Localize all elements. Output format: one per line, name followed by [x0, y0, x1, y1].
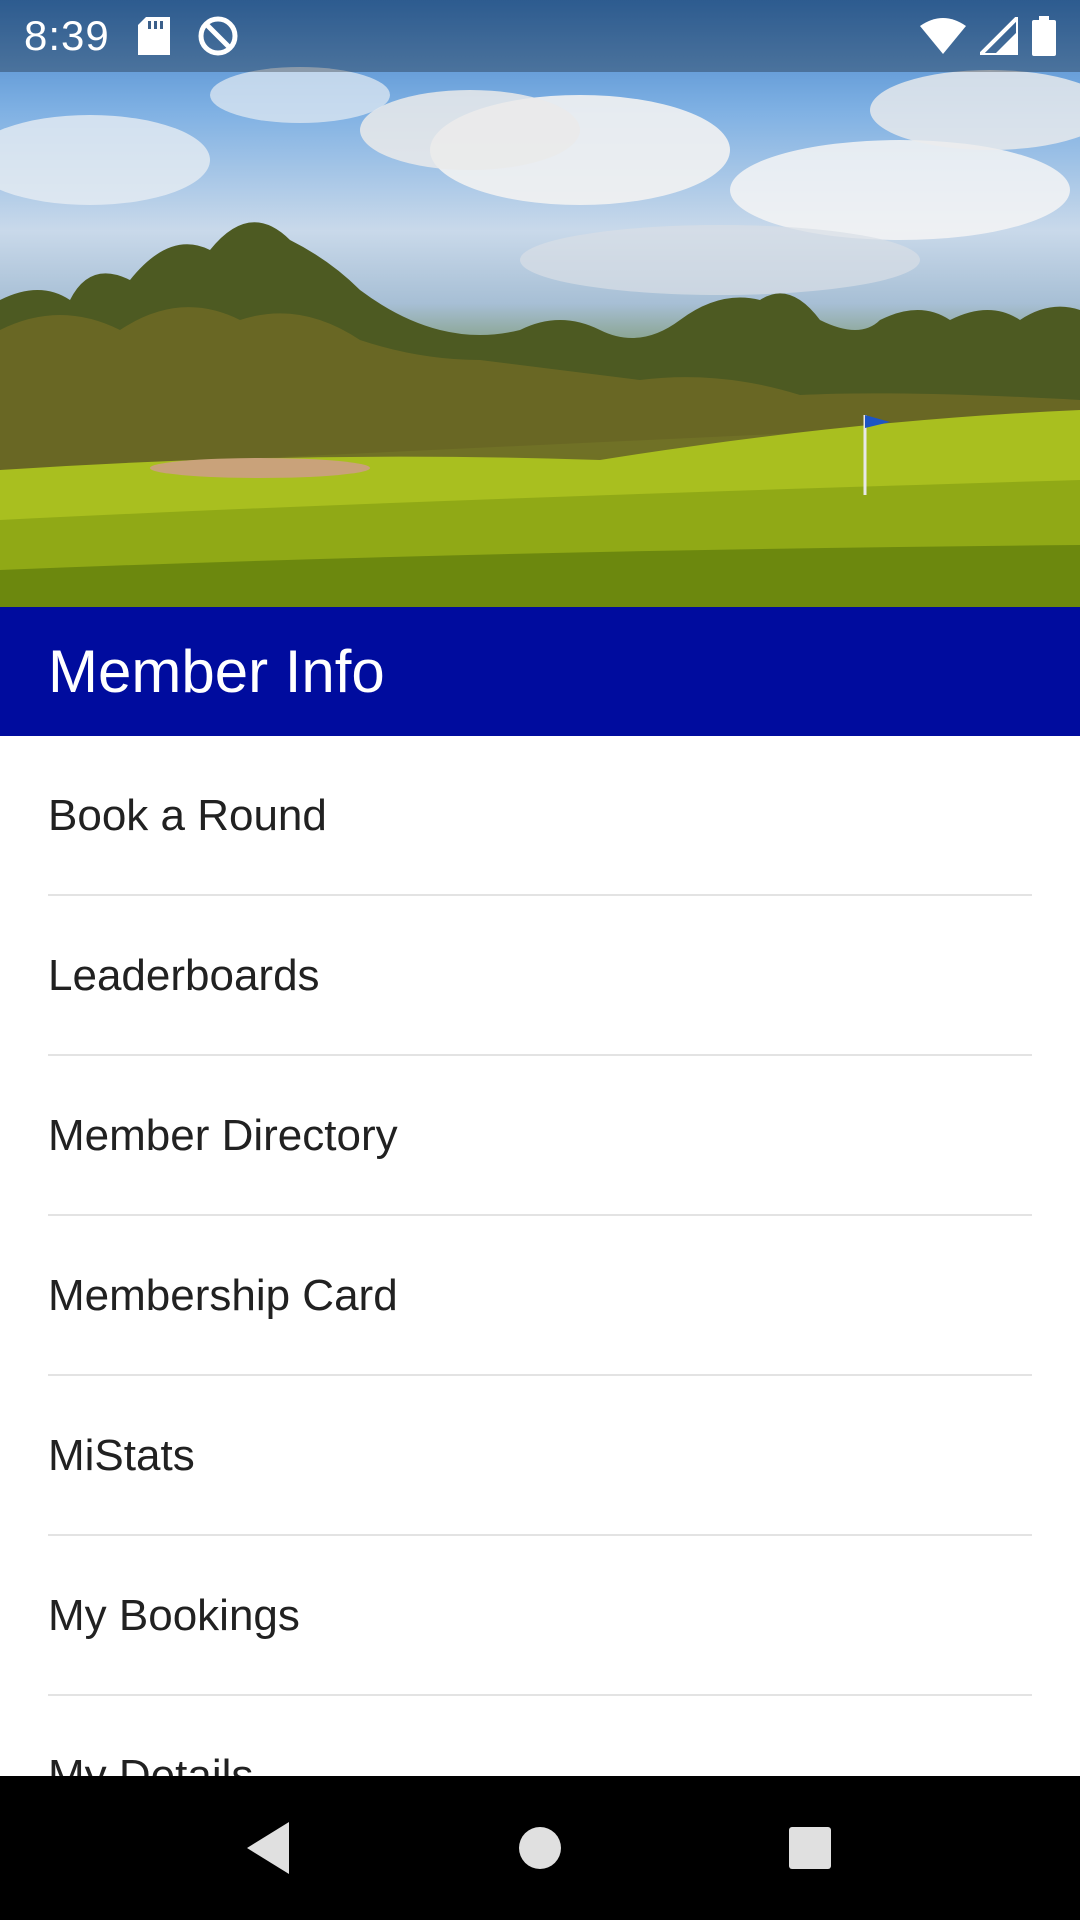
page-title: Member Info [48, 638, 385, 705]
battery-icon [1032, 16, 1056, 56]
menu-item-label: My Details [48, 1751, 254, 1776]
back-icon [247, 1822, 289, 1874]
menu-item-label: Leaderboards [48, 951, 320, 1000]
menu-item-membership-card[interactable]: Membership Card [0, 1216, 1080, 1376]
menu-item-label: MiStats [48, 1431, 195, 1480]
golf-course-illustration [0, 67, 1080, 607]
status-right-icons [920, 16, 1056, 56]
home-button[interactable] [468, 1776, 612, 1920]
home-icon [519, 1827, 561, 1869]
hero-banner-image [0, 0, 1080, 607]
recents-button[interactable] [738, 1776, 882, 1920]
status-bar: 8:39 [0, 0, 1080, 72]
menu-item-label: My Bookings [48, 1591, 300, 1640]
menu-item-mistats[interactable]: MiStats [0, 1376, 1080, 1536]
menu-item-label: Book a Round [48, 791, 327, 840]
menu-item-my-details[interactable]: My Details [0, 1696, 1080, 1776]
menu-item-member-directory[interactable]: Member Directory [0, 1056, 1080, 1216]
menu-item-label: Membership Card [48, 1271, 398, 1320]
menu-item-label: Member Directory [48, 1111, 398, 1160]
member-menu-list: Book a Round Leaderboards Member Directo… [0, 736, 1080, 1776]
data-saver-icon [196, 14, 240, 58]
wifi-icon [920, 18, 966, 54]
member-info-header: Member Info [0, 607, 1080, 736]
sd-card-icon [137, 17, 170, 55]
system-navigation-bar [0, 1776, 1080, 1920]
status-time: 8:39 [24, 12, 110, 59]
back-button[interactable] [196, 1776, 340, 1920]
status-left-icons [137, 14, 240, 58]
cell-signal-icon [980, 17, 1018, 55]
menu-item-leaderboards[interactable]: Leaderboards [0, 896, 1080, 1056]
menu-item-my-bookings[interactable]: My Bookings [0, 1536, 1080, 1696]
recents-icon [789, 1827, 831, 1869]
menu-item-book-a-round[interactable]: Book a Round [0, 736, 1080, 896]
